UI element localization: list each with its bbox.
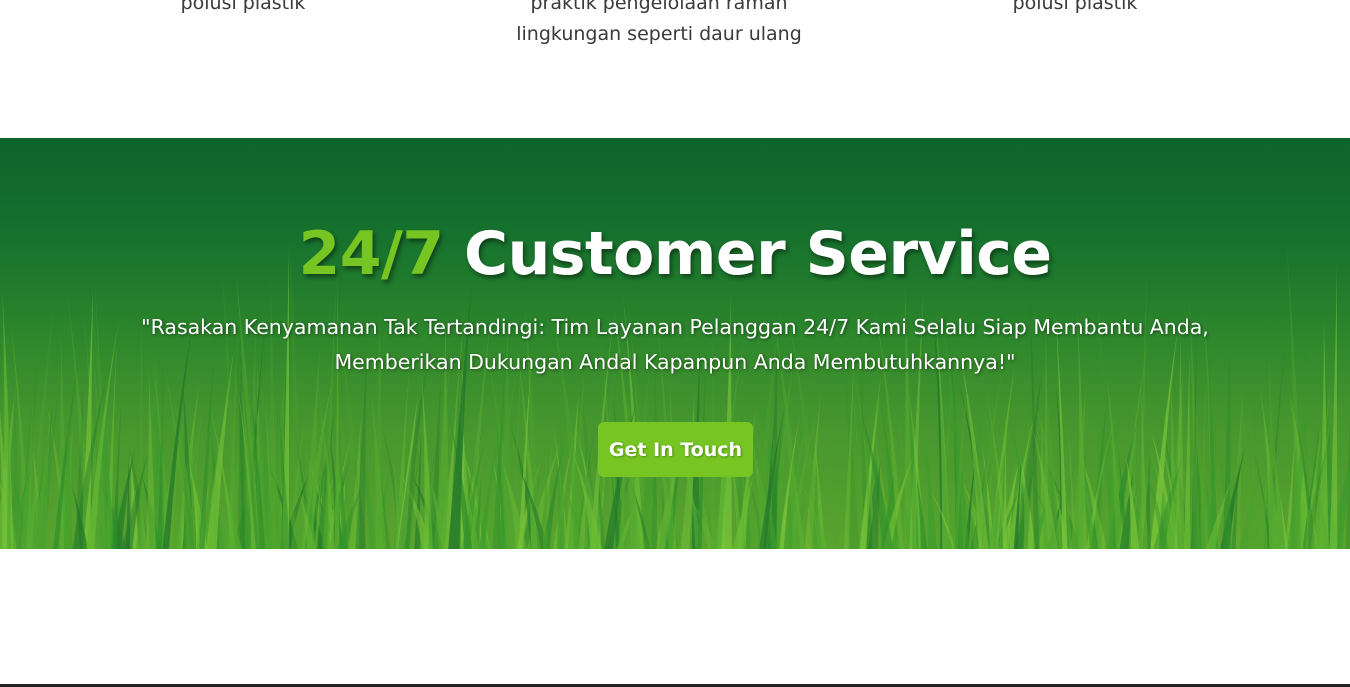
feature-description: praktik pengelolaan ramah lingkungan sep… — [516, 0, 802, 45]
get-in-touch-button[interactable]: Get In Touch — [598, 422, 753, 477]
cta-heading: 24/7 Customer Service — [0, 218, 1350, 290]
features-section: polusi plastik praktik pengelolaan ramah… — [0, 0, 1350, 138]
feature-description: polusi plastik — [1012, 0, 1138, 14]
customer-service-banner: 24/7 Customer Service "Rasakan Kenyamana… — [0, 138, 1350, 549]
cta-heading-text: Customer Service — [443, 219, 1052, 289]
cta-heading-accent: 24/7 — [298, 219, 444, 289]
feature-description: polusi plastik — [180, 0, 306, 14]
cta-subtitle: "Rasakan Kenyamanan Tak Tertandingi: Tim… — [141, 315, 1209, 374]
